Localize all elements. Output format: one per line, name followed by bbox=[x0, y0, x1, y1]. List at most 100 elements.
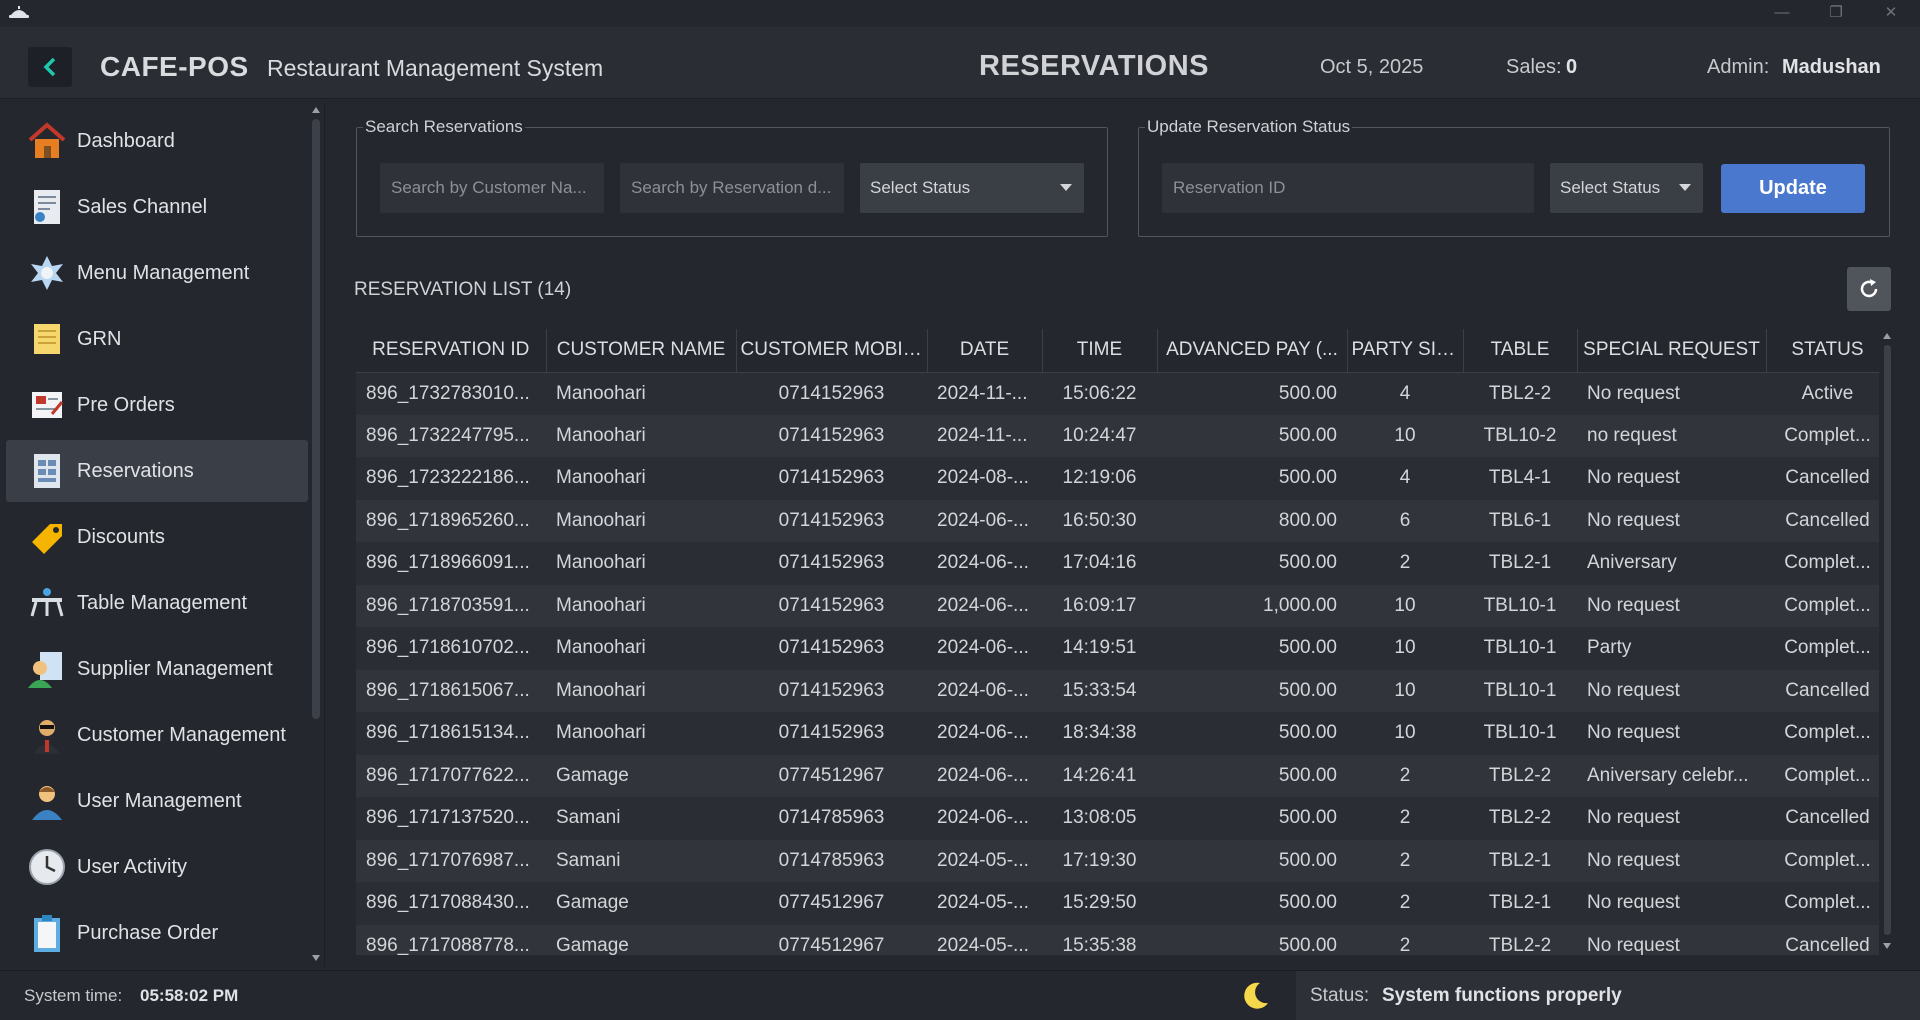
table-row[interactable]: 896_1717137520... Samani 0714785963 2024-06… bbox=[356, 797, 1879, 840]
table-row[interactable]: 896_1718965260... Manoohari 0714152963 2024… bbox=[356, 499, 1879, 542]
sidebar-item-user-management[interactable]: User Management bbox=[6, 770, 308, 832]
sidebar-item-reservations[interactable]: Reservations bbox=[6, 440, 308, 502]
column-header[interactable]: CUSTOMER MOBILE bbox=[736, 329, 928, 373]
table-cell: 2 bbox=[1347, 754, 1463, 797]
table-cell: 15:33:54 bbox=[1042, 669, 1157, 712]
search-date-input[interactable] bbox=[620, 163, 844, 213]
column-header[interactable]: ADVANCED PAY (... bbox=[1157, 329, 1348, 373]
table-cell: Complet... bbox=[1766, 882, 1879, 925]
sidebar-scroll-thumb[interactable] bbox=[312, 119, 320, 719]
sidebar-item-table-management[interactable]: Table Management bbox=[6, 572, 308, 634]
sidebar-item-supplier-management[interactable]: Supplier Management bbox=[6, 638, 308, 700]
minimize-button[interactable]: — bbox=[1759, 2, 1805, 26]
table-cell: 896_1732783010... bbox=[356, 372, 546, 415]
table-cell: 0774512967 bbox=[736, 882, 927, 925]
column-header[interactable]: SPECIAL REQUEST bbox=[1577, 329, 1767, 373]
table-cell: Complet... bbox=[1766, 627, 1879, 670]
table-cell: 2024-05-... bbox=[927, 882, 1042, 925]
brand-subtitle: Restaurant Management System bbox=[267, 55, 604, 81]
table-cell: 2024-08-... bbox=[927, 457, 1042, 500]
search-customer-input[interactable] bbox=[380, 163, 604, 213]
table-cell: 500.00 bbox=[1157, 414, 1347, 457]
close-button[interactable]: ✕ bbox=[1868, 2, 1914, 26]
search-group-title: Search Reservations bbox=[363, 117, 525, 137]
table-row[interactable]: 896_1718615134... Manoohari 0714152963 2024… bbox=[356, 712, 1879, 755]
clock-icon bbox=[29, 849, 65, 885]
scroll-up-arrow-icon[interactable] bbox=[312, 107, 320, 113]
table-row[interactable]: 896_1717088778... Gamage 0774512967 2024-05… bbox=[356, 924, 1879, 955]
system-time-value: 05:58:02 PM bbox=[140, 986, 239, 1005]
table-scroll-thumb[interactable] bbox=[1884, 345, 1891, 935]
table-cell: Manoohari bbox=[546, 414, 736, 457]
app-logo-icon bbox=[9, 6, 29, 18]
table-cell: 1,000.00 bbox=[1157, 584, 1347, 627]
chevron-down-icon bbox=[1060, 184, 1072, 191]
table-row[interactable]: 896_1718966091... Manoohari 0714152963 2024… bbox=[356, 542, 1879, 585]
column-header[interactable]: CUSTOMER NAME bbox=[546, 329, 737, 373]
sidebar-scrollbar[interactable] bbox=[309, 103, 323, 967]
table-cell: Active bbox=[1766, 372, 1879, 415]
column-header[interactable]: TABLE bbox=[1463, 329, 1578, 373]
table-row[interactable]: 896_1718703591... Manoohari 0714152963 2024… bbox=[356, 584, 1879, 627]
table-row[interactable]: 896_1717077622... Gamage 0774512967 2024-06… bbox=[356, 754, 1879, 797]
table-cell: 800.00 bbox=[1157, 499, 1347, 542]
sidebar-item-purchase-order[interactable]: Purchase Order bbox=[6, 902, 308, 964]
column-header[interactable]: STATUS bbox=[1766, 329, 1879, 373]
table-scrollbar[interactable] bbox=[1880, 329, 1894, 955]
update-status-value: Select Status bbox=[1560, 178, 1661, 197]
sidebar-item-label: Purchase Order bbox=[77, 922, 219, 944]
table-cell: 0714152963 bbox=[736, 627, 927, 670]
table-cell: 0714152963 bbox=[736, 372, 927, 415]
update-button[interactable]: Update bbox=[1721, 164, 1865, 213]
search-status-select[interactable]: Select Status bbox=[860, 163, 1084, 213]
table-row[interactable]: 896_1732247795... Manoohari 0714152963 2024… bbox=[356, 414, 1879, 457]
preorder-icon bbox=[32, 392, 64, 418]
back-button[interactable] bbox=[28, 47, 72, 87]
table-cell: Manoohari bbox=[546, 584, 736, 627]
table-row[interactable]: 896_1718610702... Manoohari 0714152963 2024… bbox=[356, 627, 1879, 670]
sales-label: Sales: bbox=[1506, 56, 1562, 78]
table-cell: 14:26:41 bbox=[1042, 754, 1157, 797]
sidebar-item-label: Reservations bbox=[77, 460, 194, 482]
table-cell: No request bbox=[1577, 797, 1766, 840]
table-row[interactable]: 896_1718615067... Manoohari 0714152963 2024… bbox=[356, 669, 1879, 712]
scroll-down-arrow-icon[interactable] bbox=[1883, 943, 1891, 949]
refresh-button[interactable] bbox=[1847, 267, 1891, 311]
table-row[interactable]: 896_1723222186... Manoohari 0714152963 2024… bbox=[356, 457, 1879, 500]
table-cell: 2024-06-... bbox=[927, 584, 1042, 627]
sidebar-item-menu-management[interactable]: Menu Management bbox=[6, 242, 308, 304]
table-cell: TBL10-1 bbox=[1463, 584, 1577, 627]
restore-button[interactable]: ❐ bbox=[1813, 2, 1859, 26]
table-cell: Manoohari bbox=[546, 542, 736, 585]
table-cell: 2024-06-... bbox=[927, 754, 1042, 797]
update-status-select[interactable]: Select Status bbox=[1550, 163, 1703, 213]
sidebar-item-user-activity[interactable]: User Activity bbox=[6, 836, 308, 898]
table-row[interactable]: 896_1717088430... Gamage 0774512967 2024-05… bbox=[356, 882, 1879, 925]
sidebar-item-discounts[interactable]: Discounts bbox=[6, 506, 308, 568]
sidebar-item-pre-orders[interactable]: Pre Orders bbox=[6, 374, 308, 436]
sidebar-item-sales-channel[interactable]: Sales Channel bbox=[6, 176, 308, 238]
sidebar-item-label: User Activity bbox=[77, 856, 188, 878]
sidebar-item-grn[interactable]: GRN bbox=[6, 308, 308, 370]
sidebar-item-dashboard[interactable]: Dashboard bbox=[6, 110, 308, 172]
table-cell: Cancelled bbox=[1766, 499, 1879, 542]
scroll-down-arrow-icon[interactable] bbox=[312, 955, 320, 961]
table-cell: Cancelled bbox=[1766, 924, 1879, 955]
table-cell: 10 bbox=[1347, 712, 1463, 755]
column-header[interactable]: DATE bbox=[927, 329, 1043, 373]
table-cell: Manoohari bbox=[546, 712, 736, 755]
sidebar-item-customer-management[interactable]: Customer Management bbox=[6, 704, 308, 766]
column-header[interactable]: PARTY SIZE bbox=[1347, 329, 1464, 373]
sidebar-item-label: Supplier Management bbox=[77, 658, 273, 680]
table-cell: 0714152963 bbox=[736, 712, 927, 755]
table-cell: 2024-05-... bbox=[927, 924, 1042, 955]
table-cell: Aniversary bbox=[1577, 542, 1766, 585]
column-header[interactable]: TIME bbox=[1042, 329, 1158, 373]
sidebar-item-label: Menu Management bbox=[77, 262, 250, 284]
scroll-up-arrow-icon[interactable] bbox=[1883, 333, 1891, 339]
column-header[interactable]: RESERVATION ID bbox=[356, 329, 547, 373]
table-row[interactable]: 896_1732783010... Manoohari 0714152963 2024… bbox=[356, 372, 1879, 415]
moon-icon[interactable] bbox=[1238, 979, 1272, 1013]
reservation-id-input[interactable] bbox=[1162, 163, 1534, 213]
table-row[interactable]: 896_1717076987... Samani 0714785963 2024-05… bbox=[356, 839, 1879, 882]
